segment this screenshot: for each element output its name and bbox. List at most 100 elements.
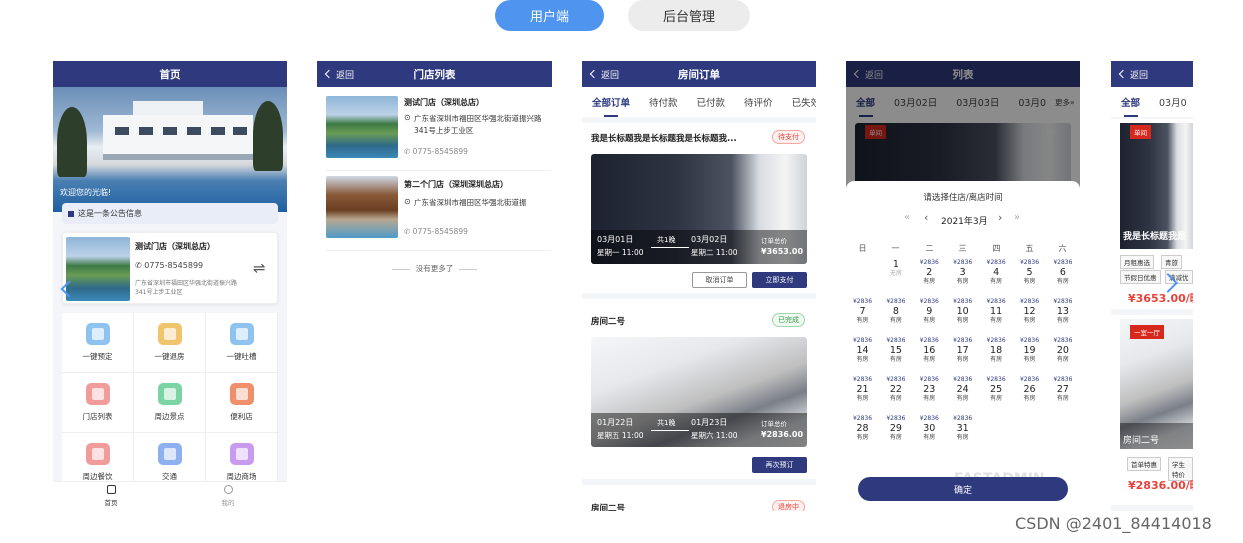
day-number: 5 (1026, 267, 1033, 278)
store-thumbnail (326, 176, 398, 238)
order-title: 我是长标题我是长标题我是长标题我... (591, 134, 737, 144)
store-list-item[interactable]: 测试门店（深圳总店） ⊙ 广东省深圳市福田区华强北街道振兴路341号上步工业区 … (326, 91, 551, 171)
tab-all-orders[interactable]: 全部订单 (592, 95, 630, 117)
day-number: 18 (990, 345, 1003, 356)
day-price: ¥2836 (953, 259, 973, 266)
tab-expired[interactable]: 已失效 (792, 95, 816, 109)
room-title: 房间二号 (1123, 436, 1160, 446)
room-card[interactable]: 我是长标题我是 单间 月租惠选 青旅 节假日优惠 满减优 ¥3653.00/晚 (1111, 119, 1193, 309)
grid-item-sights[interactable]: 周边景点 (134, 373, 206, 433)
switch-store-icon[interactable]: ⇌ (253, 259, 266, 277)
calendar-day[interactable]: ¥2836 17 有房 (946, 337, 979, 376)
calendar-day[interactable]: ¥2836 10 有房 (946, 298, 979, 337)
tab-to-review[interactable]: 待评价 (744, 95, 773, 109)
store-phone: 0775-8545899 (144, 261, 204, 270)
grid-item-checkout[interactable]: 一键退房 (134, 313, 206, 373)
calendar-day[interactable]: ¥2836 2 有房 (913, 259, 946, 298)
admin-side-tab[interactable]: 后台管理 (628, 0, 750, 31)
day-number: 4 (993, 267, 1000, 278)
calendar-day[interactable]: ¥2836 13 有房 (1046, 298, 1079, 337)
pay-now-button[interactable]: 立即支付 (752, 272, 807, 288)
total-price: ¥3653.00 (761, 247, 804, 256)
calendar-day[interactable]: ¥2836 26 有房 (1013, 376, 1046, 415)
calendar-day[interactable]: ¥2836 29 有房 (879, 415, 912, 454)
tab-home[interactable]: 首页 (91, 485, 131, 507)
calendar-day[interactable]: 1 无房 (879, 259, 912, 298)
back-button[interactable]: 返回 (589, 61, 619, 87)
cancel-order-button[interactable]: 取消订单 (692, 272, 747, 288)
room-card[interactable]: 房间二号 一室一厅 首单特惠 学生特价 ¥2836.00/晚 (1111, 315, 1193, 505)
calendar-day[interactable]: ¥2836 7 有房 (846, 298, 879, 337)
tab-mine[interactable]: 我的 (208, 485, 248, 507)
calendar-day[interactable]: ¥2836 31 有房 (946, 415, 979, 454)
order-card[interactable]: 我是长标题我是长标题我是长标题我... 待支付 03月01日 星期一 11:00… (582, 123, 816, 293)
store-card[interactable]: 测试门店（深圳总店） ✆ 0775-8545899 广东省深圳市福田区华强北街道… (62, 232, 278, 304)
checkin-time: 星期五 11:00 (597, 431, 644, 440)
calendar-day[interactable]: ¥2836 12 有房 (1013, 298, 1046, 337)
calendar-day[interactable]: ¥2836 18 有房 (980, 337, 1013, 376)
rebook-button[interactable]: 再次预订 (752, 457, 807, 473)
back-button[interactable]: 返回 (1118, 61, 1148, 87)
day-price: ¥2836 (919, 259, 939, 266)
calendar-day[interactable]: ¥2836 15 有房 (879, 337, 912, 376)
day-price: ¥2836 (1019, 376, 1040, 383)
store-list-item[interactable]: 第二个门店（深圳深圳总店） ⊙ 广东省深圳市福田区华强北街道振 ✆ 0775-8… (326, 171, 551, 251)
hero-banner[interactable]: 欢迎您的光临! (53, 87, 287, 212)
prev-month-icon[interactable]: ‹ (924, 211, 928, 224)
calendar-day[interactable]: ¥2836 28 有房 (846, 415, 879, 454)
tab-paid[interactable]: 已付款 (697, 95, 726, 109)
grid-item-convenience[interactable]: 便利店 (206, 373, 278, 433)
day-status: 有房 (1023, 395, 1036, 402)
calendar-day[interactable]: ¥2836 19 有房 (1013, 337, 1046, 376)
back-button[interactable]: 返回 (324, 61, 354, 87)
order-card[interactable]: 房间二号 已完成 01月22日 星期五 11:00 共1晚 01月23日 星期六… (582, 299, 816, 479)
tab-all[interactable]: 全部 (1121, 95, 1140, 117)
calendar-day[interactable]: ¥2836 8 有房 (879, 298, 912, 337)
store-phone: 0775-8545899 (412, 147, 468, 156)
tab-date[interactable]: 03月0 (1159, 95, 1187, 109)
next-year-icon[interactable]: » (1014, 212, 1020, 223)
feature-tag: 青旅 (1161, 255, 1182, 269)
calendar-day[interactable]: ¥2836 5 有房 (1013, 259, 1046, 298)
calendar-day[interactable]: ¥2836 9 有房 (913, 298, 946, 337)
calendar-day[interactable]: ¥2836 6 有房 (1046, 259, 1079, 298)
grid-item-book[interactable]: 一键预定 (62, 313, 134, 373)
calendar-day[interactable]: ¥2836 20 有房 (1046, 337, 1079, 376)
day-number: 23 (923, 384, 936, 395)
calendar-day[interactable]: ¥2836 23 有房 (913, 376, 946, 415)
confirm-button[interactable]: 确定 (858, 477, 1068, 501)
day-price: ¥2836 (953, 298, 973, 305)
weekday-label: 日 (858, 244, 867, 253)
room-type-badge: 一室一厅 (1130, 325, 1164, 339)
notice-bar[interactable]: 这是一条公告信息 (62, 203, 278, 224)
grid-item-feedback[interactable]: 一键吐槽 (206, 313, 278, 373)
order-card[interactable]: 房间二号 退房中 (582, 485, 816, 511)
no-more-divider: 没有更多了 (317, 263, 552, 274)
grid-item-store-list[interactable]: 门店列表 (62, 373, 134, 433)
user-side-tab[interactable]: 用户端 (495, 0, 604, 31)
calendar-day[interactable]: ¥2836 27 有房 (1046, 376, 1079, 415)
calendar-day[interactable]: ¥2836 21 有房 (846, 376, 879, 415)
prev-year-icon[interactable]: « (904, 212, 910, 223)
calendar-day[interactable]: ¥2836 4 有房 (980, 259, 1013, 298)
calendar-day[interactable]: ¥2836 3 有房 (946, 259, 979, 298)
weekday-label: 四 (992, 244, 1001, 253)
calendar-day[interactable]: ¥2836 11 有房 (980, 298, 1013, 337)
tab-unpaid[interactable]: 待付款 (649, 95, 678, 109)
day-status: 有房 (956, 356, 969, 363)
day-number: 3 (959, 267, 966, 278)
checkout-date: 01月23日 (691, 418, 728, 427)
calendar-day[interactable]: ¥2836 22 有房 (879, 376, 912, 415)
calendar-day[interactable]: ¥2836 24 有房 (946, 376, 979, 415)
calendar-day[interactable]: ¥2836 30 有房 (913, 415, 946, 454)
calendar-day[interactable]: ¥2836 16 有房 (913, 337, 946, 376)
store-name: 测试门店（深圳总店） (404, 98, 484, 107)
next-month-icon[interactable]: › (998, 211, 1002, 224)
store-icon (85, 383, 110, 405)
weekday-label: 二 (925, 244, 934, 253)
store-thumbnail (66, 237, 130, 301)
day-number: 28 (856, 423, 869, 434)
calendar-day[interactable]: ¥2836 25 有房 (980, 376, 1013, 415)
phone-icon: ✆ (135, 261, 145, 270)
calendar-day[interactable]: ¥2836 14 有房 (846, 337, 879, 376)
